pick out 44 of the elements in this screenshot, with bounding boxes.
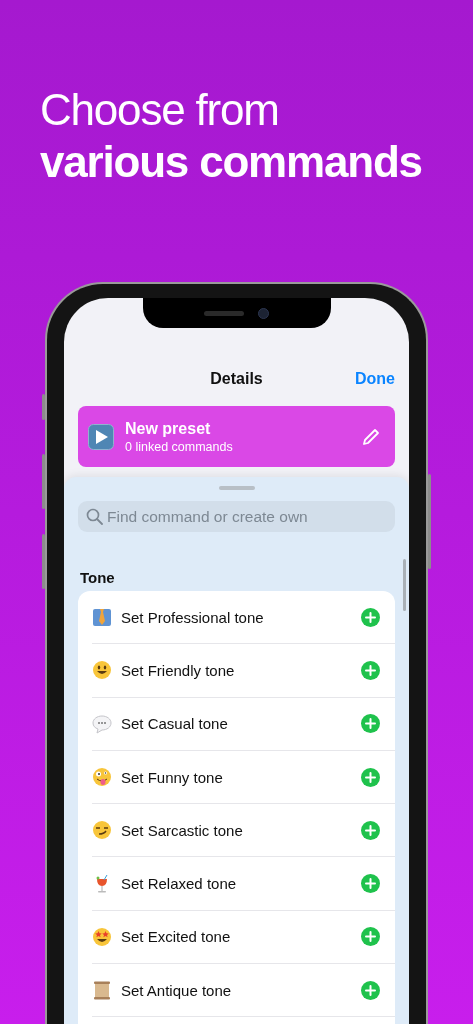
plus-icon bbox=[365, 824, 376, 836]
nav-title: Details bbox=[210, 370, 263, 388]
edit-icon[interactable] bbox=[361, 426, 381, 447]
section-title: Tone bbox=[80, 569, 115, 586]
speech-bubble-icon bbox=[92, 713, 112, 734]
add-button[interactable] bbox=[361, 660, 380, 680]
command-label[interactable]: Set Relaxed tone bbox=[121, 875, 352, 893]
command-label[interactable]: Set Antique tone bbox=[121, 981, 352, 999]
grabber[interactable] bbox=[218, 486, 255, 490]
preset-title: New preset bbox=[125, 419, 211, 438]
camera bbox=[258, 307, 269, 319]
command-label[interactable]: Set Professional tone bbox=[121, 608, 352, 626]
headline: various commands bbox=[40, 136, 422, 188]
command-label[interactable]: Set Casual tone bbox=[121, 715, 352, 733]
zany-face-icon bbox=[92, 767, 112, 788]
smiley-icon bbox=[92, 660, 112, 681]
command-label[interactable]: Set Funny tone bbox=[121, 768, 352, 786]
add-button[interactable] bbox=[361, 820, 380, 840]
command-label[interactable]: Set Excited tone bbox=[121, 928, 352, 946]
plus-icon bbox=[365, 771, 376, 783]
add-button[interactable] bbox=[361, 607, 380, 627]
plus-icon bbox=[365, 931, 376, 943]
star-eyes-face-icon bbox=[92, 926, 112, 947]
add-button[interactable] bbox=[361, 767, 380, 787]
shirt-tie-icon bbox=[92, 607, 112, 628]
scroll-bar bbox=[403, 559, 406, 611]
scroll-icon bbox=[92, 980, 112, 1001]
speaker bbox=[204, 310, 244, 316]
plus-icon bbox=[365, 611, 376, 623]
plus-icon bbox=[365, 878, 376, 890]
command-label[interactable]: Set Friendly tone bbox=[121, 661, 352, 679]
command-label[interactable]: Set Sarcastic tone bbox=[121, 821, 352, 839]
smirk-face-icon bbox=[92, 820, 112, 841]
search-field[interactable]: Find command or create own bbox=[78, 501, 395, 532]
add-button[interactable] bbox=[361, 927, 380, 947]
add-button[interactable] bbox=[361, 714, 380, 734]
add-button[interactable] bbox=[361, 980, 380, 1000]
add-button[interactable] bbox=[361, 874, 380, 894]
plus-icon bbox=[365, 718, 376, 730]
plus-icon bbox=[365, 984, 376, 996]
preset-subtitle: 0 linked commands bbox=[125, 439, 233, 454]
play-icon bbox=[88, 423, 114, 450]
headline: Choose from bbox=[40, 84, 279, 136]
plus-icon bbox=[365, 664, 376, 676]
